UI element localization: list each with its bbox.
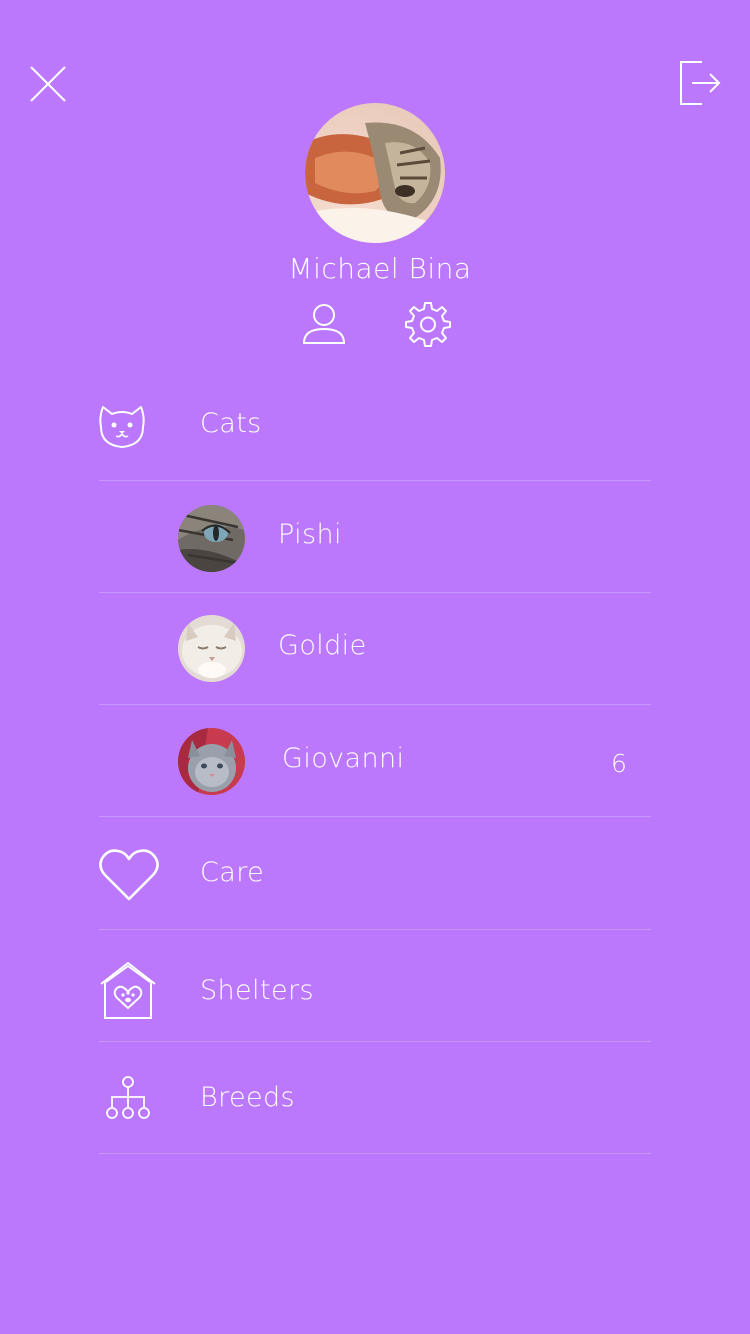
cat-face-icon bbox=[99, 404, 145, 450]
settings-button[interactable] bbox=[403, 299, 453, 349]
cat-name: Goldie bbox=[278, 630, 367, 661]
user-name: Michael Bina bbox=[288, 252, 472, 285]
hierarchy-icon bbox=[105, 1076, 151, 1120]
menu-item-care[interactable]: Care bbox=[99, 817, 651, 929]
cat-name: Pishi bbox=[278, 519, 342, 550]
logout-button[interactable] bbox=[672, 56, 728, 110]
divider bbox=[99, 1153, 651, 1154]
menu-label-cats: Cats bbox=[200, 408, 262, 439]
profile-button[interactable] bbox=[300, 300, 348, 348]
menu-item-cats[interactable]: Cats bbox=[99, 390, 651, 480]
menu-item-breeds[interactable]: Breeds bbox=[99, 1042, 651, 1154]
menu-item-shelters[interactable]: Shelters bbox=[99, 930, 651, 1042]
gear-icon bbox=[405, 302, 451, 347]
shelter-house-icon bbox=[99, 960, 157, 1020]
close-button[interactable] bbox=[22, 58, 74, 110]
menu-label-shelters: Shelters bbox=[200, 975, 314, 1006]
cat-list-item-pishi[interactable]: Pishi bbox=[99, 481, 651, 592]
person-icon bbox=[302, 304, 346, 344]
cat-list-item-goldie[interactable]: Goldie bbox=[99, 593, 651, 704]
logout-icon bbox=[680, 61, 721, 105]
cat-list-item-giovanni[interactable]: Giovanni 6 bbox=[99, 705, 651, 816]
cat-avatar bbox=[178, 728, 245, 795]
cat-name: Giovanni bbox=[282, 743, 405, 774]
cat-avatar bbox=[178, 505, 245, 572]
cat-avatar bbox=[178, 615, 245, 682]
close-icon bbox=[30, 66, 66, 102]
menu-label-breeds: Breeds bbox=[200, 1082, 296, 1113]
notification-count-badge: 6 bbox=[611, 749, 627, 778]
menu-label-care: Care bbox=[200, 857, 265, 888]
heart-icon bbox=[99, 848, 159, 902]
user-avatar[interactable] bbox=[305, 103, 445, 243]
